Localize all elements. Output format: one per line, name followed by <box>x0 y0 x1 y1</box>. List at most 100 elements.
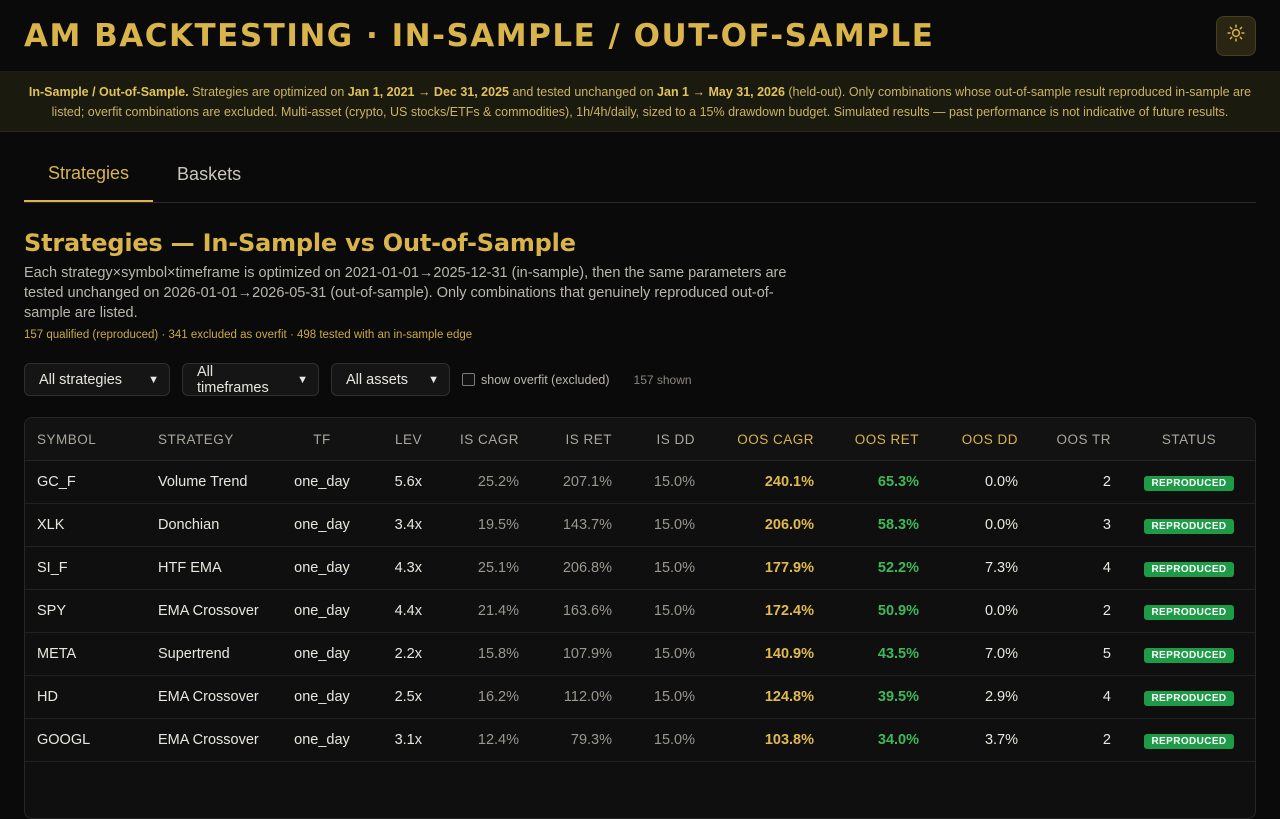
cell-symbol: HD <box>25 675 146 719</box>
cell-tf: one_day <box>279 675 365 719</box>
asset-filter-value: All assets <box>346 371 409 388</box>
col-is-ret[interactable]: IS RET <box>531 418 624 461</box>
cell-lev: 3.1x <box>365 718 434 762</box>
chevron-down-icon: ▼ <box>297 373 308 386</box>
status-badge: REPRODUCED <box>1144 475 1234 491</box>
col-oos-cagr[interactable]: OOS CAGR <box>707 418 826 461</box>
sun-icon <box>1227 24 1245 47</box>
strategies-table: SYMBOL STRATEGY TF LEV IS CAGR IS RET IS… <box>25 418 1255 762</box>
app-header: AM BACKTESTING · IN-SAMPLE / OUT-OF-SAMP… <box>0 0 1280 72</box>
cell-is-dd: 15.0% <box>624 460 707 504</box>
col-status[interactable]: STATUS <box>1123 418 1255 461</box>
cell-oos-ret: 43.5% <box>826 632 931 676</box>
cell-oos-dd: 3.7% <box>931 718 1030 762</box>
cell-is-dd: 15.0% <box>624 718 707 762</box>
cell-oos-tr: 3 <box>1030 503 1123 547</box>
cell-symbol: XLK <box>25 503 146 547</box>
cell-is-dd: 15.0% <box>624 503 707 547</box>
status-badge: REPRODUCED <box>1144 690 1234 706</box>
col-oos-tr[interactable]: OOS TR <box>1030 418 1123 461</box>
cell-strategy: HTF EMA <box>146 546 279 590</box>
disclaimer-banner: In-Sample / Out-of-Sample. Strategies ar… <box>0 72 1280 132</box>
cell-strategy: EMA Crossover <box>146 589 279 633</box>
cell-oos-cagr: 240.1% <box>707 460 826 504</box>
cell-oos-tr: 5 <box>1030 632 1123 676</box>
col-is-dd[interactable]: IS DD <box>624 418 707 461</box>
cell-is-dd: 15.0% <box>624 675 707 719</box>
tab-baskets[interactable]: Baskets <box>153 146 265 202</box>
table-row[interactable]: GC_F Volume Trend one_day 5.6x 25.2% 207… <box>25 460 1255 504</box>
cell-symbol: SPY <box>25 589 146 633</box>
col-oos-ret[interactable]: OOS RET <box>826 418 931 461</box>
cell-tf: one_day <box>279 632 365 676</box>
section-stats: 157 qualified (reproduced) · 341 exclude… <box>24 329 473 341</box>
cell-tf: one_day <box>279 503 365 547</box>
strategy-filter-value: All strategies <box>39 371 123 388</box>
table-row[interactable]: META Supertrend one_day 2.2x 15.8% 107.9… <box>25 632 1255 676</box>
cell-oos-cagr: 177.9% <box>707 546 826 590</box>
cell-oos-tr: 4 <box>1030 546 1123 590</box>
col-is-cagr[interactable]: IS CAGR <box>434 418 531 461</box>
main-content: Strategies Baskets Strategies — In-Sampl… <box>0 146 1280 819</box>
cell-tf: one_day <box>279 589 365 633</box>
table-row[interactable]: HD EMA Crossover one_day 2.5x 16.2% 112.… <box>25 675 1255 719</box>
status-badge: REPRODUCED <box>1144 518 1234 534</box>
cell-is-cagr: 16.2% <box>434 675 531 719</box>
overfit-checkbox[interactable] <box>462 373 475 386</box>
cell-status: REPRODUCED <box>1123 503 1255 547</box>
cell-symbol: GOOGL <box>25 718 146 762</box>
timeframe-filter-select[interactable]: All timeframes ▼ <box>182 363 319 396</box>
cell-tf: one_day <box>279 718 365 762</box>
cell-oos-dd: 0.0% <box>931 503 1030 547</box>
cell-is-ret: 163.6% <box>531 589 624 633</box>
cell-symbol: GC_F <box>25 460 146 504</box>
banner-oos-range: Jan 1 → May 31, 2026 <box>657 85 785 99</box>
table-row[interactable]: SPY EMA Crossover one_day 4.4x 21.4% 163… <box>25 589 1255 633</box>
table-body: GC_F Volume Trend one_day 5.6x 25.2% 207… <box>25 460 1255 762</box>
cell-strategy: EMA Crossover <box>146 718 279 762</box>
cell-oos-dd: 2.9% <box>931 675 1030 719</box>
cell-is-cagr: 25.1% <box>434 546 531 590</box>
tab-bar: Strategies Baskets <box>24 146 1256 203</box>
cell-is-ret: 112.0% <box>531 675 624 719</box>
cell-oos-dd: 0.0% <box>931 460 1030 504</box>
strategy-filter-select[interactable]: All strategies ▼ <box>24 363 170 396</box>
cell-is-ret: 143.7% <box>531 503 624 547</box>
timeframe-filter-value: All timeframes <box>197 363 269 396</box>
app-title: AM BACKTESTING · IN-SAMPLE / OUT-OF-SAMP… <box>24 17 935 54</box>
cell-strategy: Volume Trend <box>146 460 279 504</box>
overfit-label: show overfit (excluded) <box>481 372 610 387</box>
status-badge: REPRODUCED <box>1144 647 1234 663</box>
cell-oos-ret: 58.3% <box>826 503 931 547</box>
table-row[interactable]: GOOGL EMA Crossover one_day 3.1x 12.4% 7… <box>25 718 1255 762</box>
strategies-table-container: SYMBOL STRATEGY TF LEV IS CAGR IS RET IS… <box>24 417 1256 819</box>
col-symbol[interactable]: SYMBOL <box>25 418 146 461</box>
cell-oos-ret: 52.2% <box>826 546 931 590</box>
col-strategy[interactable]: STRATEGY <box>146 418 279 461</box>
cell-tf: one_day <box>279 460 365 504</box>
cell-oos-cagr: 103.8% <box>707 718 826 762</box>
col-oos-dd[interactable]: OOS DD <box>931 418 1030 461</box>
status-badge: REPRODUCED <box>1144 733 1234 749</box>
col-lev[interactable]: LEV <box>365 418 434 461</box>
col-tf[interactable]: TF <box>279 418 365 461</box>
cell-oos-cagr: 124.8% <box>707 675 826 719</box>
tab-strategies[interactable]: Strategies <box>24 146 154 202</box>
cell-is-cagr: 19.5% <box>434 503 531 547</box>
status-badge: REPRODUCED <box>1144 604 1234 620</box>
cell-is-cagr: 21.4% <box>434 589 531 633</box>
shown-count: 157 shown <box>633 372 692 387</box>
overfit-toggle[interactable]: show overfit (excluded) <box>462 373 610 387</box>
cell-lev: 2.2x <box>365 632 434 676</box>
table-header-row: SYMBOL STRATEGY TF LEV IS CAGR IS RET IS… <box>25 418 1255 461</box>
table-row[interactable]: SI_F HTF EMA one_day 4.3x 25.1% 206.8% 1… <box>25 546 1255 590</box>
cell-oos-tr: 2 <box>1030 460 1123 504</box>
cell-lev: 2.5x <box>365 675 434 719</box>
banner-text-2: and tested unchanged on <box>509 85 658 99</box>
cell-lev: 4.3x <box>365 546 434 590</box>
cell-oos-dd: 7.0% <box>931 632 1030 676</box>
theme-toggle-button[interactable] <box>1216 15 1256 56</box>
table-row[interactable]: XLK Donchian one_day 3.4x 19.5% 143.7% 1… <box>25 503 1255 547</box>
cell-is-dd: 15.0% <box>624 546 707 590</box>
asset-filter-select[interactable]: All assets ▼ <box>331 363 450 396</box>
